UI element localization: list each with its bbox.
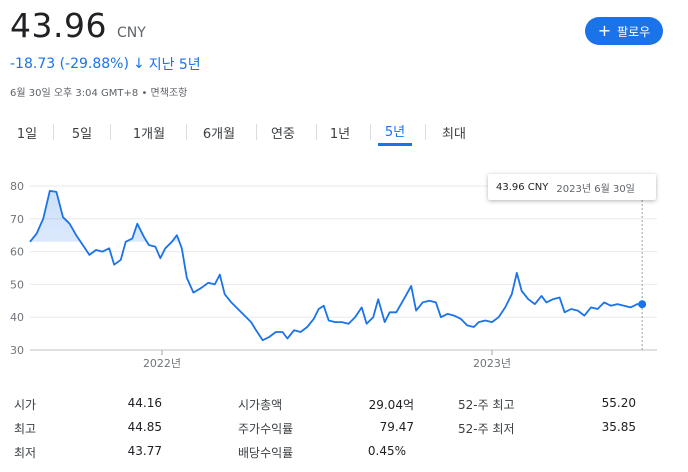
- tab-divider: [53, 124, 54, 140]
- price-change-row: -18.73 (-29.88%) ↓ 지난 5년: [10, 54, 201, 74]
- stat-pe-label: 주가수익률: [238, 422, 294, 436]
- tab-1d[interactable]: 1일: [8, 118, 46, 146]
- price-change: -18.73 (-29.88%): [10, 56, 129, 72]
- stat-52w-high-label: 52-주 최고: [458, 398, 515, 412]
- plus-icon: +: [597, 21, 612, 40]
- stat-52w-low-label: 52-주 최저: [458, 422, 515, 436]
- stat-52w-low-value: 35.85: [601, 420, 636, 434]
- stat-high-label: 최고: [14, 422, 37, 436]
- x-tick-label: 2022년: [143, 357, 181, 370]
- range-tabs: 1일 5일 1개월 6개월 연중 1년 5년 최대: [0, 118, 688, 148]
- y-tick-label: 30: [10, 344, 24, 357]
- tab-max[interactable]: 최대: [434, 118, 474, 146]
- chart-tooltip: 43.96 CNY 2023년 6월 30일: [488, 174, 656, 200]
- tab-divider: [425, 124, 426, 140]
- tab-divider: [186, 124, 187, 140]
- stat-market-cap-value: 29.04억: [368, 398, 414, 412]
- tab-1y[interactable]: 1년: [322, 118, 358, 146]
- stat-high-value: 44.85: [127, 420, 162, 434]
- current-price: 43.96: [10, 6, 107, 45]
- series-line: [29, 190, 643, 342]
- stat-low-value: 43.77: [127, 444, 162, 458]
- stat-open-label: 시가: [14, 398, 37, 412]
- price-chart[interactable]: 80 70 60 50 40 30 2022년 2023년: [0, 170, 688, 376]
- y-tick-label: 40: [10, 311, 24, 324]
- y-tick-label: 60: [10, 246, 24, 259]
- current-point: [638, 300, 647, 309]
- stat-52w-high-value: 55.20: [601, 396, 636, 410]
- x-tick-label: 2023년: [473, 357, 511, 370]
- stat-dividend-label: 배당수익률: [238, 446, 294, 460]
- follow-label: 팔로우: [617, 24, 651, 39]
- tab-divider: [256, 124, 257, 140]
- tab-divider: [316, 124, 317, 140]
- tab-ytd[interactable]: 연중: [262, 118, 304, 146]
- y-tick-label: 70: [10, 213, 24, 226]
- tab-1m[interactable]: 1개월: [120, 118, 178, 146]
- price-row: 43.96 CNY: [10, 6, 146, 45]
- tab-5y[interactable]: 5년: [378, 118, 412, 146]
- follow-button[interactable]: + 팔로우: [585, 17, 663, 45]
- y-tick-label: 50: [10, 278, 24, 291]
- stat-market-cap-label: 시가총액: [238, 398, 283, 412]
- series-area: [30, 190, 180, 242]
- currency-label: CNY: [116, 25, 146, 41]
- tooltip-value: 43.96 CNY: [496, 181, 549, 193]
- tab-divider: [370, 124, 371, 140]
- y-tick-label: 80: [10, 180, 24, 193]
- stat-dividend-value: 0.45%: [367, 444, 406, 458]
- change-period: 지난 5년: [148, 57, 201, 73]
- stat-open-value: 44.16: [127, 396, 162, 410]
- arrow-down-icon: ↓: [132, 56, 145, 72]
- stat-pe-value: 79.47: [379, 420, 414, 434]
- stat-low-label: 최저: [14, 446, 37, 460]
- timestamp-disclaimer: 6월 30일 오후 3:04 GMT+8 • 면책조항: [10, 88, 188, 99]
- tab-5d[interactable]: 5일: [62, 118, 102, 146]
- tab-divider: [110, 124, 111, 140]
- tooltip-date: 2023년 6월 30일: [556, 183, 635, 195]
- tab-6m[interactable]: 6개월: [190, 118, 248, 146]
